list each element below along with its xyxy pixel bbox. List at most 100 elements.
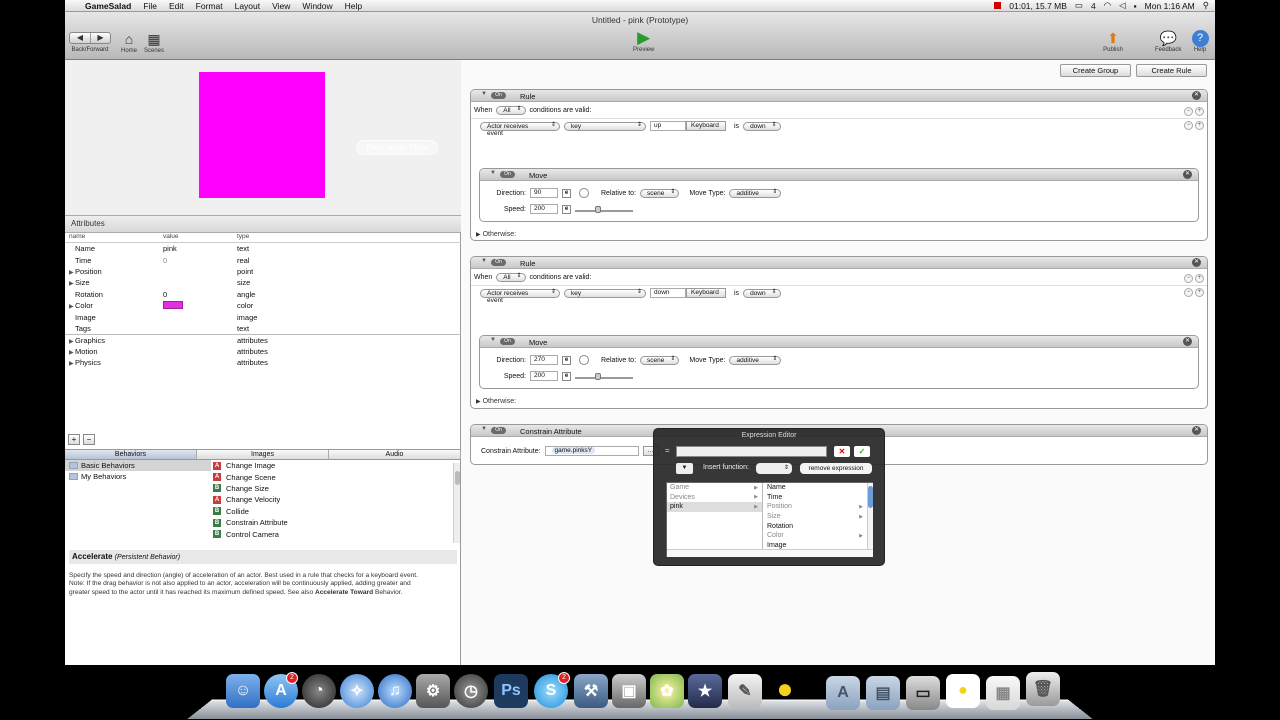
rule-title[interactable]: Rule (520, 92, 535, 101)
time-machine-icon[interactable]: ◷ (454, 674, 488, 708)
rule-block-up[interactable]: ▼ On Rule ✕ When All conditions are vali… (470, 89, 1208, 241)
finder-icon[interactable]: ☺ (226, 674, 260, 708)
move-title[interactable]: Move (529, 171, 547, 180)
safari-icon[interactable]: ✧ (340, 674, 374, 708)
menu-format[interactable]: Format (190, 1, 229, 11)
trash-icon[interactable]: 🗑 (1026, 672, 1060, 706)
add-condition-icon[interactable]: + (1195, 274, 1204, 283)
create-rule-button[interactable]: Create Rule (1136, 64, 1207, 77)
attribute-row-rotation[interactable]: Rotation 0 angle (65, 289, 461, 300)
applications-folder-icon[interactable]: A (826, 676, 860, 710)
feedback-button[interactable]: 💬 Feedback (1155, 29, 1181, 54)
browser-item-name[interactable]: Name (764, 483, 867, 493)
event-source-select[interactable]: key (564, 288, 646, 298)
fruit-app-icon[interactable]: ✿ (650, 674, 684, 708)
browser-item-image[interactable]: Image (764, 541, 867, 549)
attribute-row-graphics[interactable]: ▶Graphics attributes (65, 334, 461, 345)
menu-app[interactable]: GameSalad (79, 1, 137, 11)
rule-block-down[interactable]: ▼ On Rule ✕ When All conditions are vali… (470, 256, 1208, 409)
menu-edit[interactable]: Edit (163, 1, 190, 11)
move-header[interactable]: ▼ On Move ✕ (480, 336, 1198, 348)
back-forward-control[interactable]: ◀ ▶ Back/Forward (69, 32, 111, 53)
system-preferences-icon[interactable]: ⚙ (416, 674, 450, 708)
attribute-row-physics[interactable]: ▶Physics attributes (65, 357, 461, 368)
flag-icon[interactable]: ▪ (1134, 1, 1137, 11)
condition-type-select[interactable]: Actor receives event (480, 288, 560, 304)
help-button[interactable]: ? Help (1190, 29, 1210, 53)
preview-button[interactable]: ▶ Preview (633, 28, 654, 53)
clock-text[interactable]: Mon 1:16 AM (1145, 1, 1195, 11)
downloads-folder-icon[interactable]: ▤ (866, 676, 900, 710)
column-name[interactable]: name (65, 233, 163, 242)
on-toggle[interactable]: On (500, 171, 515, 178)
collapse-triangle-icon[interactable]: ▼ (481, 91, 487, 97)
browser-item-time[interactable]: Time (764, 493, 867, 503)
keyboard-button[interactable]: Keyboard (686, 288, 726, 298)
speed-field[interactable]: 200 (530, 204, 558, 214)
relative-to-select[interactable]: scene (640, 355, 680, 365)
behavior-change-velocity[interactable]: A Change Velocity (211, 494, 461, 505)
behavior-collide[interactable]: B Collide (211, 506, 461, 517)
key-field[interactable]: up (650, 121, 686, 131)
direction-field[interactable]: 270 (530, 355, 558, 365)
close-icon[interactable]: ✕ (1192, 426, 1201, 435)
close-icon[interactable]: ✕ (1192, 258, 1201, 267)
home-button[interactable]: ⌂ Home (119, 30, 139, 54)
close-icon[interactable]: ✕ (1183, 170, 1192, 179)
constrain-attribute-token[interactable]: game.pinksY (551, 447, 596, 454)
publish-button[interactable]: ⬆ Publish (1103, 29, 1123, 54)
move-header[interactable]: ▼ On Move ✕ (480, 169, 1198, 181)
remove-condition-icon[interactable]: − (1184, 288, 1193, 297)
xcode-icon[interactable]: ⚒ (574, 674, 608, 708)
textedit-icon[interactable]: ✎ (728, 674, 762, 708)
condition-type-select[interactable]: Actor receives event (480, 121, 560, 137)
spotlight-icon[interactable]: ⚲ (1203, 0, 1209, 11)
browser-horizontal-scrollbar[interactable] (667, 549, 873, 557)
cancel-expression-icon[interactable]: ✕ (834, 446, 850, 457)
menu-help[interactable]: Help (339, 1, 368, 11)
close-icon[interactable]: ✕ (1192, 91, 1201, 100)
gamesalad-document-icon[interactable]: ● (946, 674, 980, 708)
confirm-expression-icon[interactable]: ✓ (854, 446, 870, 457)
photoshop-icon[interactable]: Ps (494, 674, 528, 708)
tab-audio[interactable]: Audio (329, 450, 461, 459)
close-icon[interactable]: ✕ (1183, 337, 1192, 346)
document-stack-icon[interactable]: ▦ (986, 676, 1020, 710)
menu-file[interactable]: File (137, 1, 163, 11)
attribute-row-motion[interactable]: ▶Motion attributes (65, 346, 461, 357)
otherwise-row[interactable]: ▶ Otherwise: (476, 231, 516, 238)
browser-item-color[interactable]: Color ▶ (764, 531, 867, 541)
forward-arrow-icon[interactable]: ▶ (90, 33, 110, 43)
expression-button[interactable]: e (562, 188, 571, 198)
folder-my-behaviors[interactable]: My Behaviors (65, 471, 211, 482)
direction-field[interactable]: 90 (530, 188, 558, 198)
gamesalad-duck-icon[interactable]: ● (768, 672, 802, 706)
behavior-change-image[interactable]: A Change Image (211, 460, 461, 471)
remove-condition-icon[interactable]: − (1184, 121, 1193, 130)
browser-item-size[interactable]: Size ▶ (764, 512, 867, 522)
behavior-control-camera[interactable]: B Control Camera (211, 528, 461, 539)
remove-condition-icon[interactable]: − (1184, 107, 1193, 116)
insert-function-select[interactable]: ⇕ (756, 463, 792, 474)
create-group-button[interactable]: Create Group (1060, 64, 1131, 77)
tab-behaviors[interactable]: Behaviors (65, 450, 197, 459)
behavior-change-size[interactable]: B Change Size (211, 483, 461, 494)
attribute-row-color[interactable]: ▶Color color (65, 300, 461, 311)
menu-layout[interactable]: Layout (229, 1, 267, 11)
expression-input[interactable] (676, 446, 827, 457)
remove-expression-button[interactable]: remove expression (800, 463, 872, 474)
scrollbar-thumb[interactable] (455, 471, 460, 485)
rule-header[interactable]: ▼ On Rule ✕ (471, 257, 1207, 269)
battery-icon[interactable]: ▭ (1075, 0, 1083, 11)
constrain-attribute-field[interactable]: game.pinksY (544, 446, 639, 456)
remove-condition-icon[interactable]: − (1184, 274, 1193, 283)
behavior-list-scrollbar[interactable] (453, 463, 460, 543)
key-state-select[interactable]: down (743, 288, 781, 298)
move-type-select[interactable]: additive (729, 355, 782, 365)
add-attribute-button[interactable]: + (68, 434, 80, 445)
scenes-button[interactable]: ▦ Scenes (144, 30, 164, 55)
angle-dial-icon[interactable] (579, 355, 589, 365)
column-value[interactable]: value (163, 233, 237, 242)
browser-item-rotation[interactable]: Rotation (764, 521, 867, 531)
rule-header[interactable]: ▼ On Rule ✕ (471, 90, 1207, 102)
